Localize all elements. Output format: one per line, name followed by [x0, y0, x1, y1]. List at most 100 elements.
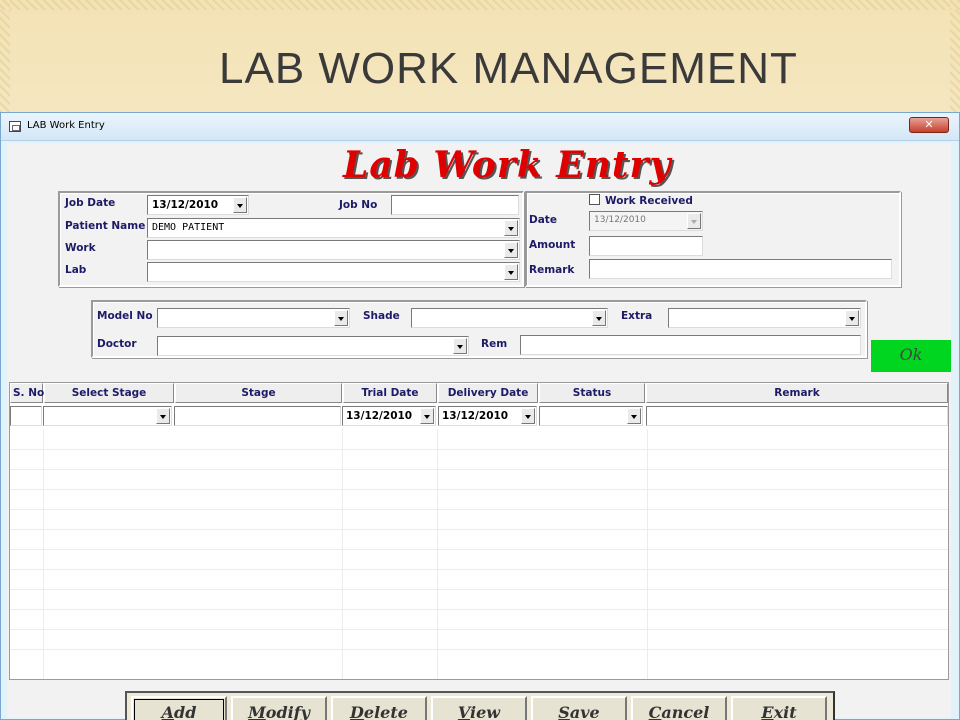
column-header-stage[interactable]: Stage — [175, 383, 342, 403]
date-value: 13/12/2010 — [594, 215, 646, 225]
model-no-label: Model No — [97, 310, 153, 322]
grid-line — [10, 549, 948, 550]
rem-input[interactable] — [520, 335, 861, 355]
grid-line — [10, 449, 948, 450]
view-button-label: iew — [470, 703, 501, 720]
remark-label: Remark — [529, 264, 575, 276]
add-button-label: dd — [174, 703, 197, 720]
cancel-button[interactable]: Cancel — [631, 696, 727, 720]
delete-button-label: elete — [363, 703, 408, 720]
chevron-down-icon[interactable] — [233, 197, 247, 213]
chevron-down-icon[interactable] — [504, 242, 518, 258]
column-header-remark[interactable]: Remark — [646, 383, 948, 403]
chevron-down-icon[interactable] — [453, 338, 467, 354]
chevron-down-icon[interactable] — [504, 220, 518, 236]
cancel-button-mnemonic: C — [648, 703, 662, 720]
add-button-mnemonic: A — [161, 703, 175, 720]
column-header-select-stage[interactable]: Select Stage — [44, 383, 174, 403]
chevron-down-icon[interactable] — [845, 310, 859, 326]
delete-button-mnemonic: D — [350, 703, 364, 720]
form-client-area: Lab Work Entry Job Date 13/12/2010 Job N… — [7, 143, 951, 720]
column-header-delivery-date[interactable]: Delivery Date — [438, 383, 538, 403]
entry-status-select[interactable] — [539, 406, 643, 426]
window-title: LAB Work Entry — [27, 120, 105, 131]
ok-button[interactable]: Ok — [871, 340, 951, 372]
lab-label: Lab — [65, 264, 87, 276]
grid-line — [10, 649, 948, 650]
chevron-down-icon[interactable] — [504, 264, 518, 280]
grid-line — [10, 509, 948, 510]
entry-select-stage-select[interactable] — [43, 406, 172, 426]
chevron-down-icon[interactable] — [627, 408, 641, 424]
patient-name-value: DEMO PATIENT — [152, 222, 225, 233]
work-label: Work — [65, 242, 96, 254]
amount-input[interactable] — [589, 236, 703, 256]
grid-line — [342, 429, 343, 679]
extra-select[interactable] — [668, 308, 861, 328]
work-select[interactable] — [147, 240, 520, 260]
doctor-label: Doctor — [97, 338, 137, 350]
job-date-value: 13/12/2010 — [152, 199, 219, 211]
delete-button[interactable]: Delete — [331, 696, 427, 720]
chevron-down-icon[interactable] — [592, 310, 606, 326]
chevron-down-icon[interactable] — [156, 408, 170, 424]
grid-line — [10, 609, 948, 610]
column-header-status[interactable]: Status — [539, 383, 645, 403]
shade-select[interactable] — [411, 308, 608, 328]
grid-line — [10, 529, 948, 530]
column-header-trial-date[interactable]: Trial Date — [343, 383, 437, 403]
view-button[interactable]: View — [431, 696, 527, 720]
grid-line — [10, 489, 948, 490]
lab-select[interactable] — [147, 262, 520, 282]
grid-line — [10, 569, 948, 570]
entry-sno-input[interactable] — [10, 406, 42, 426]
job-date-picker[interactable]: 13/12/2010 — [147, 195, 249, 215]
entry-stage-input[interactable] — [174, 406, 341, 426]
grid-line — [10, 629, 948, 630]
lab-work-entry-window: LAB Work Entry ✕ Lab Work Entry Job Date… — [0, 112, 960, 720]
save-button-label: ave — [569, 703, 600, 720]
chevron-down-icon[interactable] — [420, 408, 434, 424]
entry-remark-input[interactable] — [646, 406, 948, 426]
window-icon — [9, 121, 21, 132]
add-button[interactable]: Add — [131, 696, 227, 720]
remark-input[interactable] — [589, 259, 892, 279]
chevron-down-icon[interactable] — [334, 310, 348, 326]
model-no-select[interactable] — [157, 308, 350, 328]
work-received-label: Work Received — [605, 195, 693, 207]
save-button-mnemonic: S — [558, 703, 570, 720]
grid-line — [10, 589, 948, 590]
modify-button-mnemonic: M — [248, 703, 266, 720]
job-date-label: Job Date — [65, 197, 116, 209]
date-picker[interactable]: 13/12/2010 — [589, 211, 703, 231]
grid-line — [43, 429, 44, 679]
patient-name-label: Patient Name — [65, 220, 146, 232]
exit-button-label: xit — [773, 703, 797, 720]
job-no-label: Job No — [339, 199, 378, 211]
exit-button-mnemonic: E — [761, 703, 774, 720]
stages-grid[interactable]: S. No Select Stage Stage Trial Date Deli… — [9, 382, 949, 680]
column-header-sno[interactable]: S. No — [10, 383, 44, 403]
rem-label: Rem — [481, 338, 508, 350]
work-received-checkbox[interactable] — [589, 194, 600, 205]
modify-button-label: odify — [265, 703, 310, 720]
close-button[interactable]: ✕ — [909, 117, 949, 133]
doctor-select[interactable] — [157, 336, 469, 356]
patient-name-select[interactable]: DEMO PATIENT — [147, 218, 520, 238]
grid-line — [647, 429, 648, 679]
modify-button[interactable]: Modify — [231, 696, 327, 720]
cancel-button-label: ancel — [661, 703, 710, 720]
view-button-mnemonic: V — [457, 703, 471, 720]
grid-line — [10, 469, 948, 470]
chevron-down-icon[interactable] — [687, 213, 701, 229]
job-no-input[interactable] — [391, 195, 519, 215]
exit-button[interactable]: Exit — [731, 696, 827, 720]
save-button[interactable]: Save — [531, 696, 627, 720]
amount-label: Amount — [529, 239, 576, 251]
extra-label: Extra — [621, 310, 653, 322]
entry-delivery-date-picker[interactable]: 13/12/2010 — [438, 406, 537, 426]
form-heading: Lab Work Entry — [343, 144, 672, 186]
entry-trial-date-picker[interactable]: 13/12/2010 — [342, 406, 436, 426]
chevron-down-icon[interactable] — [521, 408, 535, 424]
shade-label: Shade — [363, 310, 400, 322]
